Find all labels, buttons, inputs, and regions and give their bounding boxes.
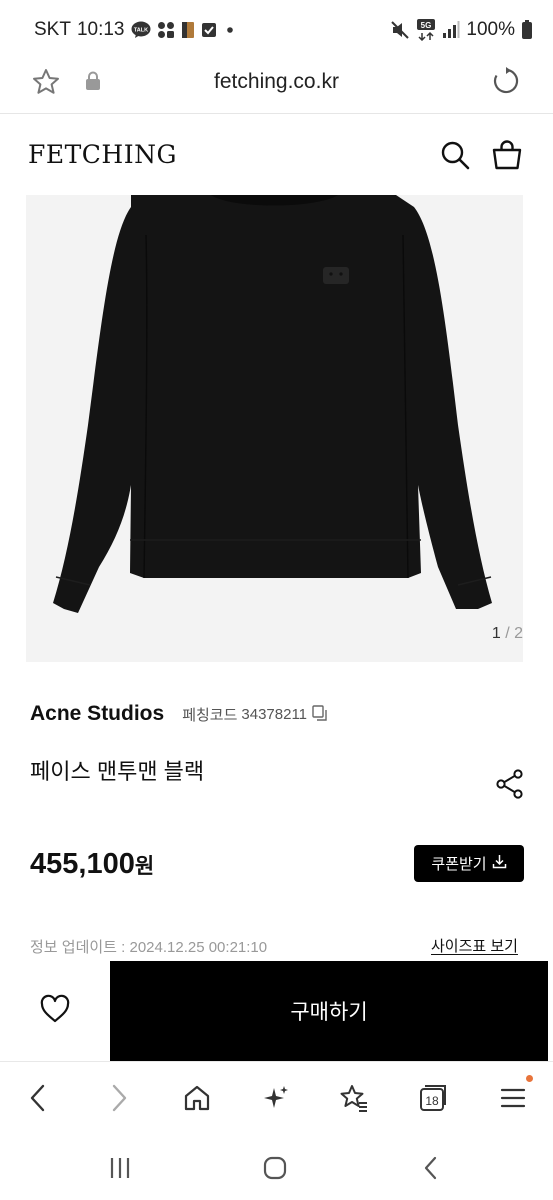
menu-icon[interactable] — [493, 1075, 533, 1116]
price-unit: 원 — [134, 855, 155, 878]
brand-name[interactable]: Acne Studios — [30, 702, 164, 726]
buy-button[interactable]: 구매하기 — [110, 961, 548, 1061]
talk-badge: TALK — [133, 28, 147, 34]
android-navigation-bar — [0, 1131, 553, 1200]
browser-toolbar: 18 — [0, 1061, 553, 1131]
book-icon — [181, 21, 195, 39]
menu-notification-badge — [526, 1075, 533, 1082]
update-info: 정보 업데이트 : 2024.12.25 00:21:10 — [30, 939, 268, 956]
more-notifications-dot-icon — [223, 23, 237, 37]
status-right: 5G 100% — [390, 19, 533, 41]
signal-icon — [442, 21, 460, 39]
fetching-code[interactable]: 페칭코드 34378211 — [182, 704, 329, 726]
bookmarks-star-icon[interactable] — [334, 1080, 374, 1116]
heart-icon — [39, 994, 71, 1029]
product-price: 455,100원 — [30, 848, 154, 881]
kakaotalk-icon: TALK — [131, 21, 151, 39]
code-label: 페칭코드 — [182, 707, 238, 724]
sparkle-icon[interactable] — [256, 1080, 296, 1116]
site-logo[interactable]: FETCHING — [28, 140, 177, 169]
url-text[interactable]: fetching.co.kr — [0, 70, 553, 94]
recent-apps-icon[interactable] — [100, 1153, 140, 1183]
purchase-bar: 구매하기 — [0, 961, 553, 1061]
share-icon[interactable] — [496, 769, 524, 804]
product-title: 페이스 맨투맨 블랙 — [30, 759, 205, 784]
network-badge: 5G — [421, 21, 432, 30]
back-icon[interactable] — [18, 1080, 58, 1116]
home-nav-icon[interactable] — [255, 1153, 295, 1183]
status-bar: SKT 10:13 TALK 5G 100% — [0, 0, 553, 60]
tabs-icon[interactable]: 18 — [413, 1080, 453, 1116]
tabs-count: 18 — [425, 1094, 439, 1108]
carrier-label: SKT — [34, 19, 71, 40]
code-value: 34378211 — [241, 706, 308, 723]
forward-icon[interactable] — [99, 1080, 139, 1116]
coupon-button[interactable]: 쿠폰받기 — [414, 845, 524, 882]
reload-icon[interactable] — [491, 66, 521, 101]
app-grid-icon — [157, 21, 175, 39]
copy-icon[interactable] — [311, 704, 329, 726]
home-icon[interactable] — [177, 1080, 217, 1116]
mute-icon — [390, 20, 410, 40]
image-separator: / — [500, 625, 515, 642]
wishlist-button[interactable] — [0, 961, 110, 1061]
shopping-bag-icon[interactable] — [491, 139, 523, 176]
back-nav-icon[interactable] — [411, 1153, 451, 1183]
brand-row: Acne Studios 페칭코드 34378211 — [30, 702, 329, 726]
image-index: 1 — [491, 625, 501, 642]
size-chart-link[interactable]: 사이즈표 보기 — [431, 935, 518, 956]
checkbox-notification-icon — [201, 22, 217, 38]
coupon-label: 쿠폰받기 — [431, 856, 487, 873]
image-counter: 1 / 2 — [492, 625, 523, 643]
sweatshirt-image — [53, 195, 492, 613]
network-5g-icon: 5G — [416, 19, 436, 41]
download-icon — [492, 854, 507, 873]
battery-icon — [521, 20, 533, 40]
price-value: 455,100 — [30, 848, 135, 880]
browser-url-bar: fetching.co.kr — [0, 60, 553, 114]
image-total: 2 — [514, 625, 523, 642]
battery-percent: 100% — [466, 19, 515, 40]
status-left: SKT 10:13 TALK — [34, 19, 237, 41]
product-image-carousel[interactable]: 1 / 2 — [26, 195, 523, 662]
site-header: FETCHING — [0, 120, 553, 190]
clock: 10:13 — [76, 19, 125, 40]
search-icon[interactable] — [440, 140, 470, 175]
